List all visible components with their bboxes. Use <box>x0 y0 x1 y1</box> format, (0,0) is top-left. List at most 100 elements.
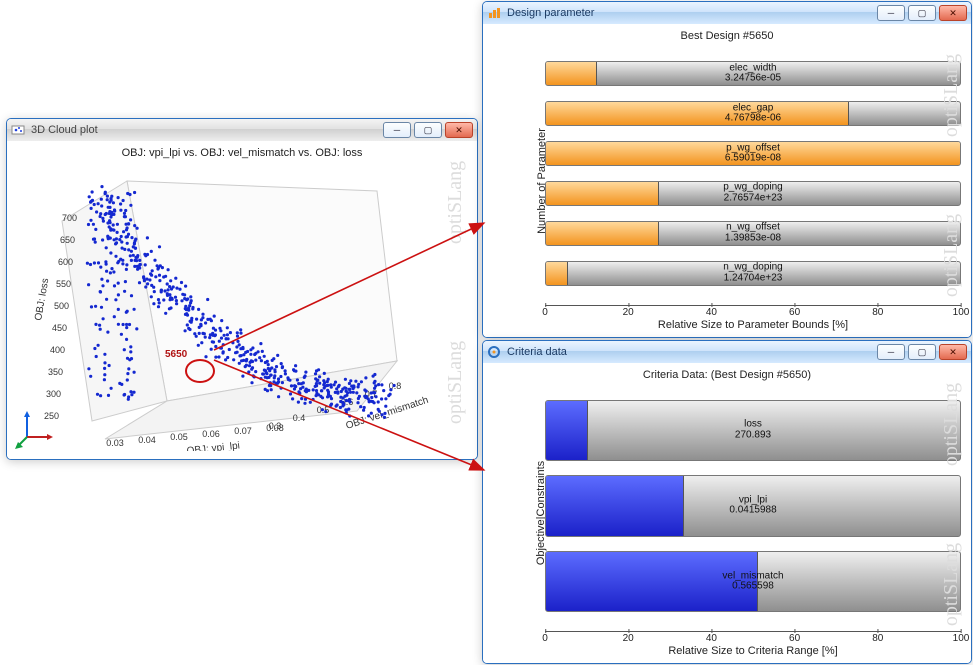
bar-row-vpi_lpi[interactable]: 2vpi_lpi0.0415988 <box>545 475 961 536</box>
window-cloud-plot[interactable]: 3D Cloud plot ─ ▢ ✕ OBJ: vpi_lpi vs. OBJ… <box>6 118 478 460</box>
x-tick: 0.07 <box>234 426 252 436</box>
close-button[interactable]: ✕ <box>939 344 967 360</box>
x-tick: 40 <box>706 307 717 318</box>
bar-row-elec_gap[interactable]: 5elec_gap4.76798e-06 <box>545 101 961 126</box>
x-tick: 60 <box>789 307 800 318</box>
criteria-icon <box>487 345 501 359</box>
close-button[interactable]: ✕ <box>445 122 473 138</box>
x-tick: 0.05 <box>170 432 188 442</box>
highlight-circle <box>185 359 215 383</box>
x-tick: 20 <box>623 633 634 644</box>
z-tick: 700 <box>62 213 77 223</box>
x-tick: 40 <box>706 633 717 644</box>
design-param-bars: 6elec_width3.24756e-05 5elec_gap4.76798e-… <box>527 46 961 301</box>
bar-track: p_wg_offset6.59019e-08 <box>545 141 961 166</box>
x-tick: 20 <box>623 307 634 318</box>
bar-track: p_wg_doping2.76574e+23 <box>545 181 961 206</box>
chart-panel: Criteria Data: (Best Design #5650) Objec… <box>483 363 971 663</box>
maximize-button[interactable]: ▢ <box>908 344 936 360</box>
cloud-plot-icon <box>11 123 25 137</box>
x-axis-label: Relative Size to Parameter Bounds [%] <box>545 319 961 331</box>
bar-fill <box>546 102 849 125</box>
highlight-label: 5650 <box>165 349 187 360</box>
y-tick: 0.4 <box>293 413 306 423</box>
x-axis: 0 20 40 60 80 100 Relative Size to Param… <box>545 305 961 331</box>
window-title: 3D Cloud plot <box>31 124 98 136</box>
cloud-plot-svg[interactable]: 700 650 600 550 500 450 400 350 300 250 … <box>17 161 467 451</box>
minimize-button[interactable]: ─ <box>383 122 411 138</box>
bar-row-loss[interactable]: 3loss270.893 <box>545 400 961 461</box>
bar-row-vel_mismatch[interactable]: 1vel_mismatch0.565598 <box>545 551 961 612</box>
x-axis: 0 20 40 60 80 100 Relative Size to Crite… <box>545 631 961 657</box>
minimize-button[interactable]: ─ <box>877 5 905 21</box>
x-axis-label: Relative Size to Criteria Range [%] <box>545 645 961 657</box>
z-axis-label: OBJ: loss <box>33 277 51 321</box>
window-controls: ─ ▢ ✕ <box>383 122 473 138</box>
window-title: Design parameter <box>507 7 594 19</box>
x-tick: 100 <box>953 307 970 318</box>
x-tick: 80 <box>872 633 883 644</box>
x-tick: 100 <box>953 633 970 644</box>
x-tick: 60 <box>789 633 800 644</box>
z-tick: 500 <box>54 301 69 311</box>
bar-fill <box>546 262 568 285</box>
bar-row-n_wg_doping[interactable]: 1n_wg_doping1.24704e+23 <box>545 261 961 286</box>
chart-title: Criteria Data: (Best Design #5650) <box>489 369 965 381</box>
bar-track: n_wg_offset1.39853e-08 <box>545 221 961 246</box>
y-tick: 0.3 <box>269 421 282 431</box>
window-controls: ─ ▢ ✕ <box>877 344 967 360</box>
bar-label: vpi_lpi0.0415988 <box>729 495 776 516</box>
bar-track: elec_gap4.76798e-06 <box>545 101 961 126</box>
x-tick: 0 <box>542 633 548 644</box>
titlebar-cloud[interactable]: 3D Cloud plot ─ ▢ ✕ <box>7 119 477 142</box>
bar-track: vel_mismatch0.565598 <box>545 551 961 612</box>
bar-fill <box>546 476 684 535</box>
z-tick: 600 <box>58 257 73 267</box>
z-tick: 300 <box>46 389 61 399</box>
titlebar-design-param[interactable]: Design parameter ─ ▢ ✕ <box>483 2 971 25</box>
x-axis-label: OBJ: vpi_lpi <box>186 440 240 451</box>
bar-track: n_wg_doping1.24704e+23 <box>545 261 961 286</box>
z-tick: 350 <box>48 367 63 377</box>
bar-label: elec_width3.24756e-05 <box>725 63 781 84</box>
x-tick: 0.04 <box>138 435 156 445</box>
z-tick: 650 <box>60 235 75 245</box>
bar-row-p_wg_doping[interactable]: 3p_wg_doping2.76574e+23 <box>545 181 961 206</box>
close-button[interactable]: ✕ <box>939 5 967 21</box>
bar-label: elec_gap4.76798e-06 <box>725 103 781 124</box>
bar-label: p_wg_doping2.76574e+23 <box>723 183 783 204</box>
bar-fill <box>546 222 659 245</box>
x-tick: 0.03 <box>106 438 124 448</box>
bar-rows: 6elec_width3.24756e-05 5elec_gap4.76798e-… <box>527 46 961 301</box>
x-tick: 0.06 <box>202 429 220 439</box>
plot-panel: OBJ: vpi_lpi vs. OBJ: vel_mismatch vs. O… <box>7 141 477 459</box>
bar-label: n_wg_doping1.24704e+23 <box>723 263 783 284</box>
bar-track: loss270.893 <box>545 400 961 461</box>
chart-title: Best Design #5650 <box>489 30 965 42</box>
bar-row-elec_width[interactable]: 6elec_width3.24756e-05 <box>545 61 961 86</box>
window-criteria-data[interactable]: Criteria data ─ ▢ ✕ Criteria Data: (Best… <box>482 340 972 664</box>
window-title: Criteria data <box>507 346 567 358</box>
z-tick: 450 <box>52 323 67 333</box>
window-body: OBJ: vpi_lpi vs. OBJ: vel_mismatch vs. O… <box>7 141 477 459</box>
window-body: Best Design #5650 Number of Parameter 6e… <box>483 24 971 337</box>
bar-rows: 3loss270.893 2vpi_lpi0.0415988 1vel_mismat… <box>527 385 961 627</box>
bar-track: vpi_lpi0.0415988 <box>545 475 961 536</box>
bar-row-p_wg_offset[interactable]: 4p_wg_offset6.59019e-08 <box>545 141 961 166</box>
bar-label: n_wg_offset1.39853e-08 <box>725 223 781 244</box>
plot-title: OBJ: vpi_lpi vs. OBJ: vel_mismatch vs. O… <box>13 147 471 159</box>
root: 3D Cloud plot ─ ▢ ✕ OBJ: vpi_lpi vs. OBJ… <box>0 0 973 665</box>
bar-fill <box>546 62 597 85</box>
titlebar-criteria[interactable]: Criteria data ─ ▢ ✕ <box>483 341 971 364</box>
bar-label: vel_mismatch0.565598 <box>722 571 783 592</box>
bar-row-n_wg_offset[interactable]: 2n_wg_offset1.39853e-08 <box>545 221 961 246</box>
maximize-button[interactable]: ▢ <box>908 5 936 21</box>
bar-label: loss270.893 <box>735 420 771 441</box>
minimize-button[interactable]: ─ <box>877 344 905 360</box>
criteria-bars: 3loss270.893 2vpi_lpi0.0415988 1vel_mismat… <box>527 385 961 627</box>
window-design-parameter[interactable]: Design parameter ─ ▢ ✕ Best Design #5650… <box>482 1 972 338</box>
maximize-button[interactable]: ▢ <box>414 122 442 138</box>
bar-chart-icon <box>487 6 501 20</box>
bar-track: elec_width3.24756e-05 <box>545 61 961 86</box>
bar-fill <box>546 401 588 460</box>
